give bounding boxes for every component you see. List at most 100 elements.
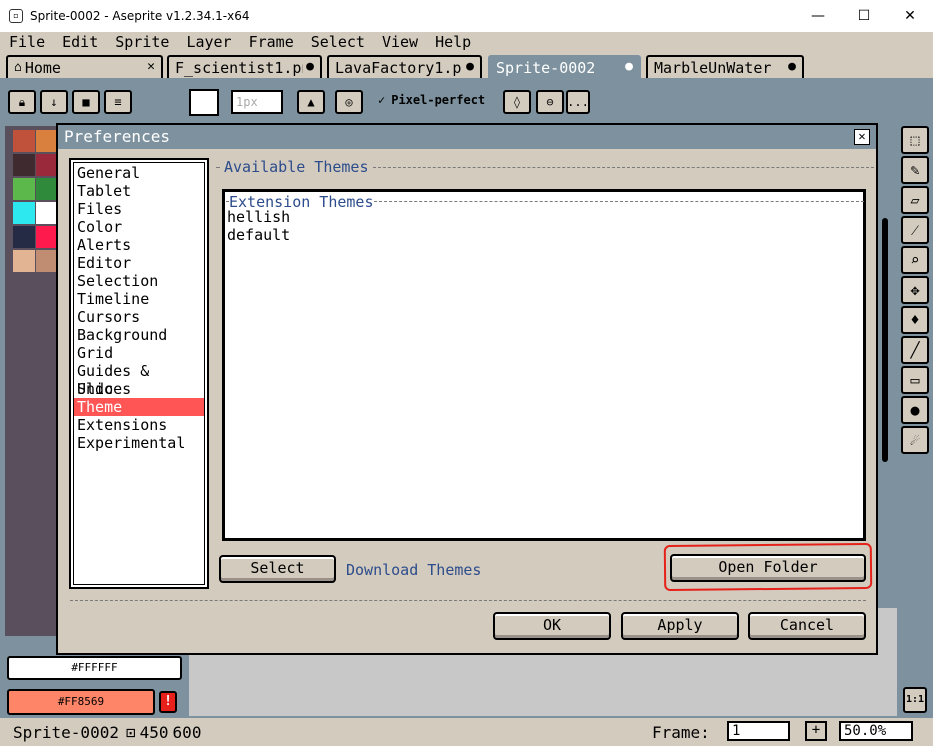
pattern-icon[interactable]: ◎ [335, 90, 363, 114]
menu-layer[interactable]: Layer [177, 33, 239, 51]
pencil-icon[interactable]: ✎ [901, 156, 929, 184]
cancel-button[interactable]: Cancel [748, 612, 866, 640]
palette-swatch[interactable] [36, 130, 58, 152]
close-icon[interactable]: ✕ [887, 0, 933, 32]
section-files[interactable]: Files [74, 200, 204, 218]
frame-input[interactable]: 1 [727, 721, 790, 741]
tab-label: F_scientist1.png [175, 58, 303, 77]
palette-swatch[interactable] [13, 202, 35, 224]
add-frame-button[interactable]: + [805, 721, 827, 741]
dynamics-icon[interactable]: ⊖ [536, 90, 564, 114]
menu-file[interactable]: File [0, 33, 53, 51]
palette-swatch[interactable] [13, 154, 35, 176]
section-experimental[interactable]: Experimental [74, 434, 204, 452]
section-extensions[interactable]: Extensions [74, 416, 204, 434]
section-selection[interactable]: Selection [74, 272, 204, 290]
paint-bucket-icon[interactable]: ♦ [901, 306, 929, 334]
close-icon[interactable]: ✕ [854, 129, 870, 145]
ok-button[interactable]: OK [493, 612, 611, 640]
tab-f-scientist[interactable]: F_scientist1.png ● [167, 55, 322, 78]
checkmark-icon: ✓ [378, 93, 386, 107]
menu-frame[interactable]: Frame [240, 33, 302, 51]
zoom-1-1-button[interactable]: 1:1 [903, 687, 927, 713]
apply-button[interactable]: Apply [621, 612, 739, 640]
tab-sprite-0002[interactable]: Sprite-0002 ● [488, 55, 641, 78]
ink-icon[interactable]: ▲ [297, 90, 325, 114]
section-theme[interactable]: Theme [74, 398, 204, 416]
modified-dot-icon: ● [788, 59, 796, 74]
palette-swatch[interactable] [13, 226, 35, 248]
sprite-width: 450 [139, 723, 169, 742]
window-titlebar: ▫ Sprite-0002 - Aseprite v1.2.34.1-x64 —… [0, 0, 933, 32]
minimize-icon[interactable]: — [795, 0, 841, 32]
brush-type-button[interactable] [189, 89, 219, 116]
menu-bar: File Edit Sprite Layer Frame Select View… [0, 32, 933, 52]
theme-item-hellish[interactable]: hellish [227, 208, 290, 226]
section-editor[interactable]: Editor [74, 254, 204, 272]
section-cursors[interactable]: Cursors [74, 308, 204, 326]
scrollbar[interactable] [882, 218, 888, 462]
eyedropper-icon[interactable]: ⁄ [901, 216, 929, 244]
palette-swatch[interactable] [36, 154, 58, 176]
context-toolbar: 🔒︎ ↓ ■ ≡ 1px ▲ ◎ ✓ Pixel-perfect ◊ ⊖ ... [0, 79, 933, 126]
palette-swatch[interactable] [36, 226, 58, 248]
section-background[interactable]: Background [74, 326, 204, 344]
section-general[interactable]: General [74, 164, 204, 182]
sprite-height: 600 [172, 723, 202, 742]
palette-swatch[interactable] [13, 178, 35, 200]
pixel-perfect-toggle[interactable]: ✓ Pixel-perfect [378, 93, 485, 107]
eraser-icon[interactable]: ▱ [901, 186, 929, 214]
palette-swatch[interactable] [36, 250, 58, 272]
blur-icon[interactable]: ☄ [901, 426, 929, 454]
tab-close-icon[interactable]: ✕ [147, 59, 155, 74]
background-color[interactable]: #FF8569 [7, 689, 155, 715]
menu-edit[interactable]: Edit [53, 33, 106, 51]
palette-swatch[interactable] [13, 130, 35, 152]
warning-icon[interactable]: ! [159, 691, 177, 713]
section-guides-slices[interactable]: Guides & Slices [74, 362, 204, 398]
palette-swatch[interactable] [36, 178, 58, 200]
symmetry-icon[interactable]: ◊ [503, 90, 531, 114]
modified-dot-icon: ● [306, 59, 314, 74]
tab-label: Home [24, 58, 61, 77]
section-alerts[interactable]: Alerts [74, 236, 204, 254]
rectangle-icon[interactable]: ▭ [901, 366, 929, 394]
palette-swatch[interactable] [13, 250, 35, 272]
theme-item-default[interactable]: default [227, 226, 290, 244]
zoom-input[interactable]: 50.0% [839, 721, 913, 741]
section-timeline[interactable]: Timeline [74, 290, 204, 308]
arrow-down-icon[interactable]: ↓ [40, 90, 68, 114]
download-themes-link[interactable]: Download Themes [346, 561, 481, 579]
move-icon[interactable]: ✥ [901, 276, 929, 304]
menu-sprite[interactable]: Sprite [106, 33, 177, 51]
marquee-icon[interactable]: ⬚ [901, 126, 929, 154]
menu-help[interactable]: Help [426, 33, 479, 51]
maximize-icon[interactable]: ☐ [841, 0, 887, 32]
tab-marbleunwater[interactable]: MarbleUnWater ● [646, 55, 804, 78]
more-options-button[interactable]: ... [566, 90, 590, 114]
section-color[interactable]: Color [74, 218, 204, 236]
tab-lavafactory[interactable]: LavaFactory1.p ● [327, 55, 482, 78]
menu-lines-icon[interactable]: ≡ [104, 90, 132, 114]
frame-label: Frame: [652, 723, 710, 742]
themes-list: Extension Themes hellish default [222, 189, 866, 541]
section-tablet[interactable]: Tablet [74, 182, 204, 200]
window-title: Sprite-0002 - Aseprite v1.2.34.1-x64 [30, 9, 250, 23]
brush-size-input[interactable]: 1px [231, 90, 283, 114]
menu-select[interactable]: Select [302, 33, 373, 51]
palette-swatch[interactable] [36, 202, 58, 224]
line-icon[interactable]: ╱ [901, 336, 929, 364]
zoom-icon[interactable]: ⌕ [901, 246, 929, 274]
square-icon[interactable]: ■ [72, 90, 100, 114]
foreground-color[interactable]: #FFFFFF [7, 656, 182, 680]
menu-view[interactable]: View [373, 33, 426, 51]
tab-home[interactable]: ⌂ Home ✕ [6, 55, 163, 78]
select-button[interactable]: Select [219, 555, 336, 583]
lock-icon[interactable]: 🔒︎ [8, 90, 36, 114]
section-undo[interactable]: Undo [74, 380, 204, 398]
contour-icon[interactable]: ● [901, 396, 929, 424]
status-sprite-name: Sprite-0002 [13, 723, 119, 742]
status-bar: Sprite-0002 ⊡ 450 600 Frame: 1 + 50.0% [0, 718, 933, 746]
section-grid[interactable]: Grid [74, 344, 204, 362]
dialog-title: Preferences [64, 127, 170, 146]
